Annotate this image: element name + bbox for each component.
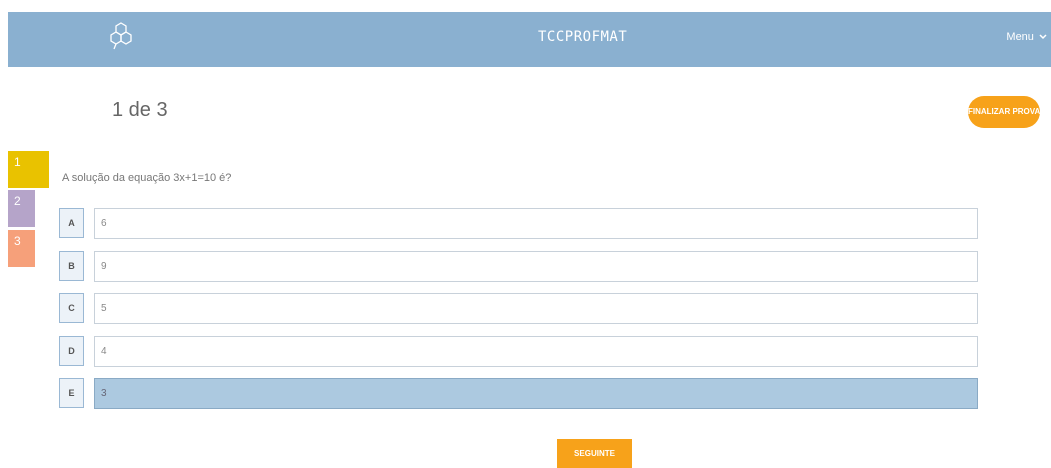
option-a-letter[interactable]: A [59,208,84,238]
finish-exam-button[interactable]: FINALIZAR PROVA [968,96,1040,128]
option-b[interactable]: 9 [94,251,978,282]
question-text: A solução da equação 3x+1=10 é? [62,172,232,184]
top-bar: TCCPROFMAT Menu [8,12,1051,67]
question-progress: 1 de 3 [112,99,168,121]
option-a[interactable]: 6 [94,208,978,239]
chevron-down-icon [1039,34,1047,40]
option-d[interactable]: 4 [94,336,978,367]
option-e-letter[interactable]: E [59,378,84,408]
menu-label: Menu [1006,31,1034,43]
option-c[interactable]: 5 [94,293,978,324]
menu-button[interactable]: Menu [1006,31,1047,43]
option-e[interactable]: 3 [94,378,978,409]
next-button[interactable]: SEGUINTE [557,439,632,468]
option-c-letter[interactable]: C [59,293,84,323]
option-b-letter[interactable]: B [59,251,84,281]
app-title: TCCPROFMAT [538,29,628,45]
question-nav-1[interactable]: 1 [8,151,49,188]
question-nav-3[interactable]: 3 [8,230,35,267]
question-nav-2[interactable]: 2 [8,190,35,227]
option-d-letter[interactable]: D [59,336,84,366]
molecule-icon[interactable] [108,21,134,51]
